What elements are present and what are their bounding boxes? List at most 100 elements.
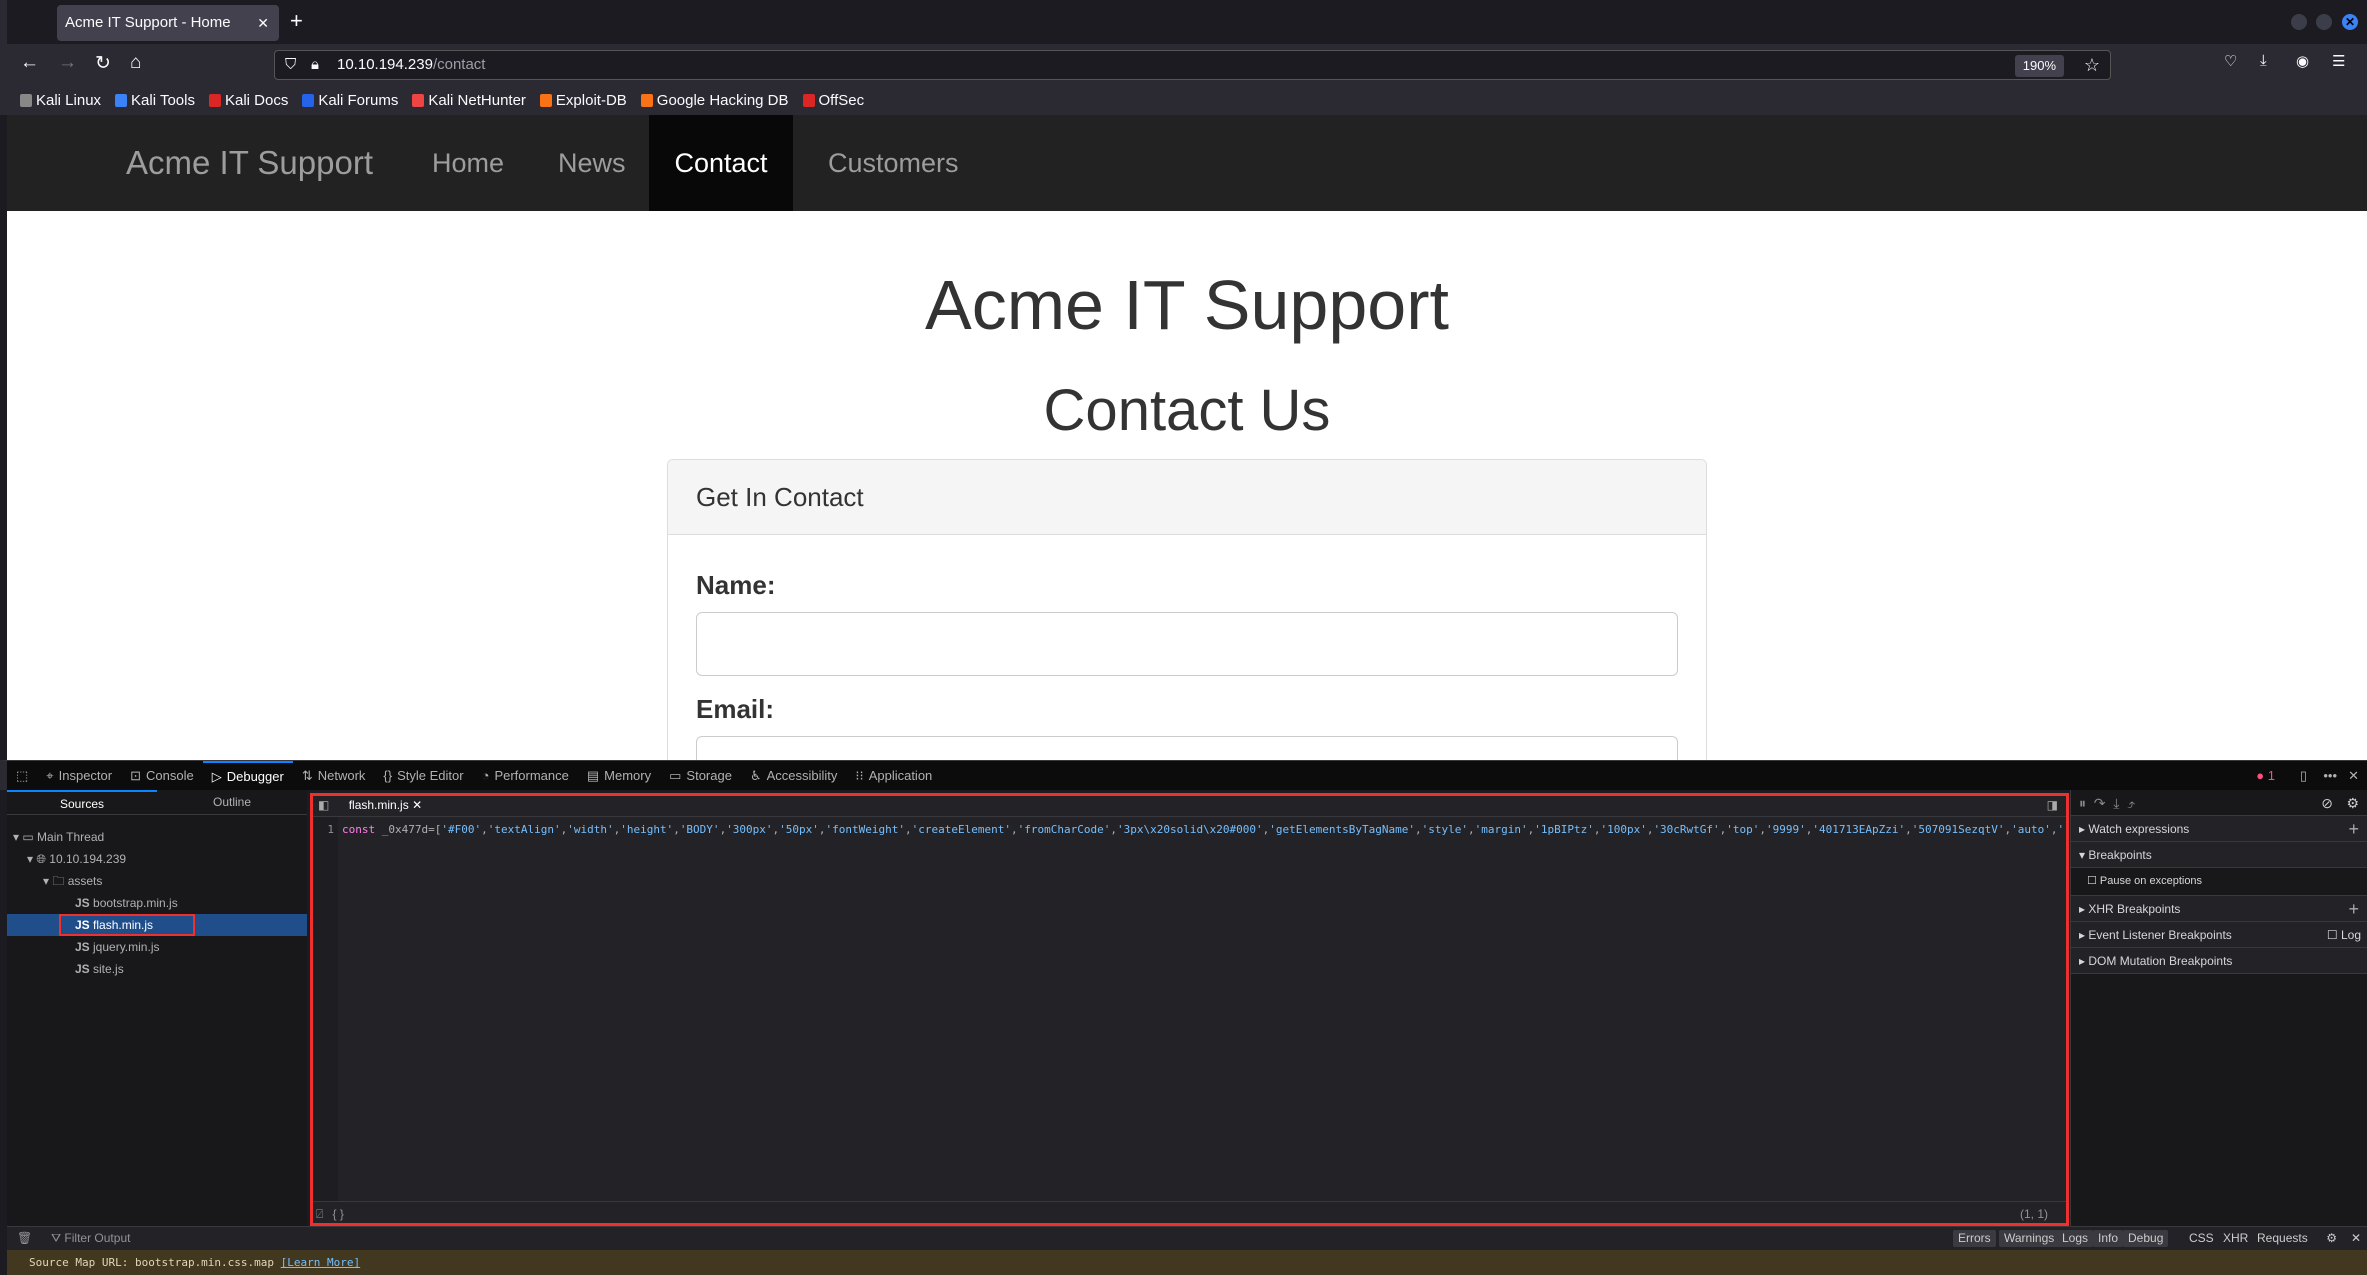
name-input[interactable] bbox=[696, 612, 1678, 676]
new-tab-button[interactable]: + bbox=[290, 8, 303, 34]
pocket-icon[interactable]: ♡ bbox=[2224, 52, 2237, 70]
download-icon[interactable]: ⤓ bbox=[2260, 52, 2267, 69]
bookmark-label: Exploit-DB bbox=[555, 91, 627, 109]
bookmark-item[interactable]: Kali Docs bbox=[208, 92, 288, 109]
pretty-print-button[interactable]: { } bbox=[333, 1207, 344, 1221]
devtools-tab-application[interactable]: ⁝⁝ Application bbox=[846, 761, 941, 790]
dom-mutation-breakpoints[interactable]: ▸ DOM Mutation Breakpoints bbox=[2071, 948, 2367, 974]
reload-icon[interactable]: ↻ bbox=[95, 52, 111, 75]
account-icon[interactable]: ◉ bbox=[2296, 52, 2309, 70]
close-editor-tab-icon[interactable]: ✕ bbox=[412, 798, 422, 812]
tree-file[interactable]: JS site.js bbox=[7, 958, 307, 980]
console-toolbar: 🗑︎ ⛛ Filter Output Errors Warnings Logs Inf… bbox=[7, 1226, 2367, 1250]
sources-tab[interactable]: Sources bbox=[7, 790, 157, 815]
toggle-panel-icon[interactable]: ◨ bbox=[2047, 793, 2058, 817]
devtools-tab-memory[interactable]: ▤ Memory bbox=[578, 761, 660, 790]
add-watch-icon[interactable]: + bbox=[2348, 816, 2359, 842]
filter-requests[interactable]: Requests bbox=[2257, 1227, 2308, 1249]
element-picker-icon[interactable]: ⬚ bbox=[7, 761, 37, 790]
devtools-tab-inspector[interactable]: ⌖ Inspector bbox=[37, 761, 121, 790]
filter-logs[interactable]: Logs bbox=[2057, 1230, 2094, 1247]
nav-news[interactable]: News bbox=[531, 115, 653, 211]
shield-icon[interactable]: ⛉ bbox=[285, 51, 296, 79]
back-icon[interactable]: ← bbox=[20, 52, 39, 74]
tree-file[interactable]: JS flash.min.js bbox=[7, 914, 307, 936]
console-settings-icon[interactable]: ⚙ bbox=[2326, 1227, 2337, 1249]
network-icon: ⇅ bbox=[301, 767, 313, 783]
blackbox-icon[interactable]: ⍁ bbox=[310, 1207, 329, 1221]
tree-main-thread[interactable]: ▾ ▭ Main Thread bbox=[7, 826, 307, 848]
bookmark-item[interactable]: OffSec bbox=[802, 92, 864, 109]
toggle-sources-icon[interactable]: ◧ bbox=[310, 798, 337, 812]
step-in-icon[interactable]: ⤓ bbox=[2113, 795, 2119, 811]
deactivate-breakpoints-icon[interactable]: ⊘ bbox=[2321, 790, 2333, 816]
maximize-button[interactable] bbox=[2316, 14, 2332, 30]
close-console-icon[interactable]: ✕ bbox=[2351, 1227, 2361, 1249]
code-string: 'height' bbox=[620, 823, 674, 836]
event-listener-breakpoints[interactable]: ▸ Event Listener Breakpoints ☐ Log bbox=[2071, 922, 2367, 948]
pause-icon[interactable]: ⏸ bbox=[2079, 795, 2086, 811]
log-checkbox[interactable]: ☐ Log bbox=[2327, 922, 2361, 948]
nav-contact[interactable]: Contact bbox=[649, 115, 793, 211]
filter-input[interactable]: ⛛ Filter Output bbox=[51, 1227, 130, 1249]
step-over-icon[interactable]: ↷ bbox=[2094, 795, 2106, 811]
responsive-icon[interactable]: ▯ bbox=[2300, 768, 2307, 784]
step-out-icon[interactable]: ⤴ bbox=[2127, 795, 2135, 811]
settings-icon[interactable]: ⚙ bbox=[2346, 790, 2359, 816]
browser-tab[interactable]: Acme IT Support - Home ✕ bbox=[57, 5, 279, 41]
nav-home[interactable]: Home bbox=[405, 115, 531, 211]
filter-info[interactable]: Info bbox=[2093, 1230, 2124, 1247]
js-file-icon: JS bbox=[75, 918, 94, 932]
filter-xhr[interactable]: XHR bbox=[2223, 1227, 2248, 1249]
forward-icon[interactable]: → bbox=[58, 52, 77, 74]
more-icon[interactable]: ••• bbox=[2323, 768, 2337, 783]
xhr-breakpoints[interactable]: ▸ XHR Breakpoints + bbox=[2071, 896, 2367, 922]
add-xhr-icon[interactable]: + bbox=[2348, 896, 2359, 922]
home-icon[interactable]: ⌂ bbox=[130, 52, 141, 74]
devtools-tab-performance[interactable]: ◔ Performance bbox=[473, 761, 578, 790]
pause-on-exceptions[interactable]: ☐ Pause on exceptions bbox=[2071, 868, 2367, 896]
lock-icon[interactable]: 🔒︎ bbox=[311, 51, 319, 79]
minimize-button[interactable] bbox=[2291, 14, 2307, 30]
devtools-tab-accessibility[interactable]: ♿︎ Accessibility bbox=[741, 761, 846, 790]
trash-icon[interactable]: 🗑︎ bbox=[17, 1227, 32, 1249]
filter-debug[interactable]: Debug bbox=[2123, 1230, 2169, 1247]
code-line[interactable]: const _0x477d=['#F00','textAlign','width… bbox=[342, 817, 2062, 843]
close-window-button[interactable]: ✕ bbox=[2342, 14, 2358, 30]
tree-host[interactable]: ▾ 🌐︎ 10.10.194.239 bbox=[7, 848, 307, 870]
bookmark-item[interactable]: Google Hacking DB bbox=[640, 92, 789, 109]
error-count[interactable]: ● 1 bbox=[2256, 768, 2275, 783]
zoom-level[interactable]: 190% bbox=[2014, 55, 2064, 77]
filter-warnings[interactable]: Warnings bbox=[1999, 1230, 2060, 1247]
editor-footer: ⍁ { } (1, 1) bbox=[310, 1201, 2068, 1226]
breakpoints-section[interactable]: ▾ Breakpoints bbox=[2071, 842, 2367, 868]
editor-tab-flash[interactable]: flash.min.js ✕ bbox=[341, 798, 430, 812]
close-devtools-icon[interactable]: ✕ bbox=[2348, 768, 2359, 784]
devtools-tab-network[interactable]: ⇅ Network bbox=[293, 761, 375, 790]
close-tab-icon[interactable]: ✕ bbox=[257, 5, 269, 41]
bookmark-item[interactable]: Exploit-DB bbox=[539, 91, 627, 109]
devtools-tab-style-editor[interactable]: {} Style Editor bbox=[374, 761, 472, 790]
code-editor[interactable]: ◧ flash.min.js ✕ ◨ 1 const _0x477d=['#F0… bbox=[310, 793, 2068, 1226]
tree-folder-assets[interactable]: ▾ 🗀︎ assets bbox=[7, 870, 307, 892]
watch-expressions[interactable]: ▸ Watch expressions + bbox=[2071, 816, 2367, 842]
bookmark-item[interactable]: Kali NetHunter bbox=[412, 92, 526, 109]
site-brand[interactable]: Acme IT Support bbox=[99, 115, 400, 211]
devtools-tab-debugger[interactable]: ▷ Debugger bbox=[202, 761, 293, 790]
nav-customers[interactable]: Customers bbox=[801, 115, 986, 211]
bookmark-item[interactable]: Kali Forums bbox=[302, 92, 398, 109]
devtools-tab-storage[interactable]: ▭ Storage bbox=[660, 761, 741, 790]
outline-tab[interactable]: Outline bbox=[157, 790, 307, 815]
tree-file[interactable]: JS jquery.min.js bbox=[7, 936, 307, 958]
tree-file[interactable]: JS bootstrap.min.js bbox=[7, 892, 307, 914]
bookmark-item[interactable]: Kali Linux bbox=[20, 92, 101, 109]
bookmark-item[interactable]: Kali Tools bbox=[115, 92, 195, 109]
email-input[interactable] bbox=[696, 736, 1678, 760]
filter-css[interactable]: CSS bbox=[2189, 1227, 2214, 1249]
menu-icon[interactable]: ☰ bbox=[2332, 52, 2345, 70]
filter-errors[interactable]: Errors bbox=[1953, 1230, 1996, 1247]
bookmark-star-icon[interactable]: ☆ bbox=[2084, 51, 2100, 79]
url-bar[interactable]: ⛉ 🔒︎ 10.10.194.239/contact 190% ☆ bbox=[274, 50, 2111, 80]
learn-more-link[interactable]: [Learn More] bbox=[281, 1256, 360, 1269]
devtools-tab-console[interactable]: ⊡ Console bbox=[121, 761, 203, 790]
